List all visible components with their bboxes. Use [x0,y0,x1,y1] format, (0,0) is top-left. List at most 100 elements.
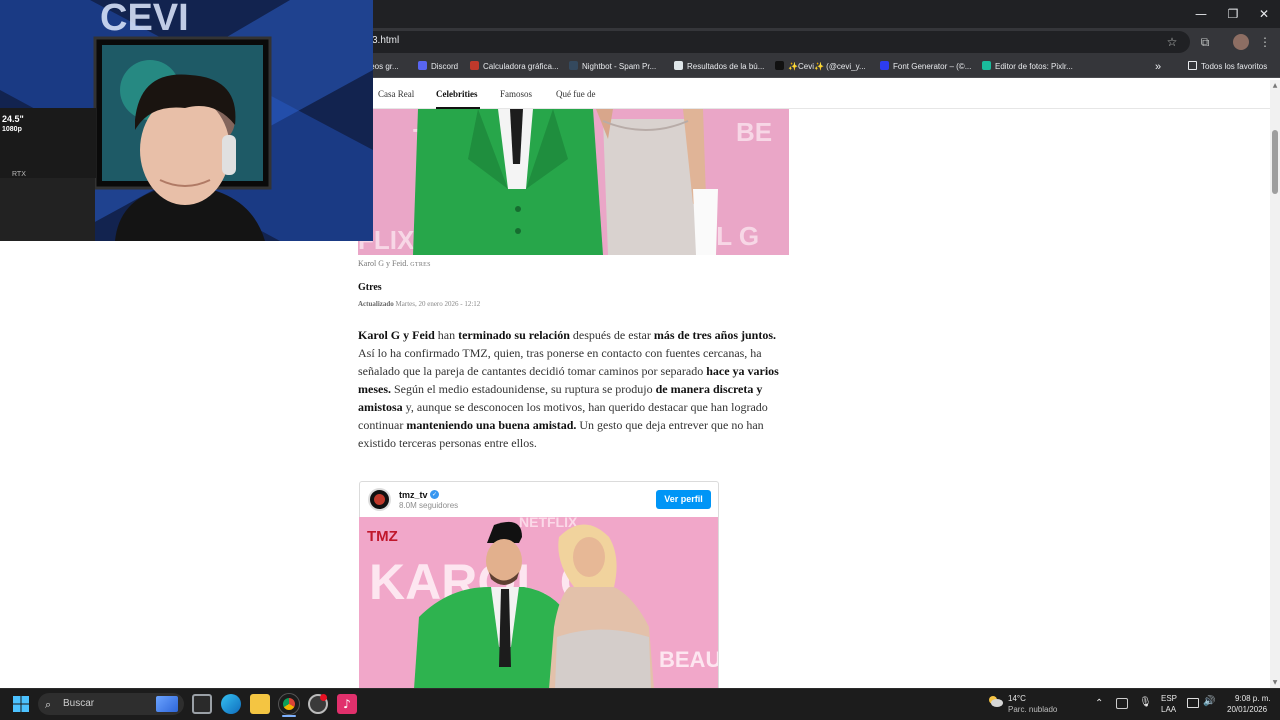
scroll-up-icon[interactable]: ▲ [1271,82,1279,90]
close-button[interactable]: ✕ [1249,4,1279,24]
clock-time[interactable]: 9:08 p. m. [1235,694,1271,703]
restore-button[interactable]: ❐ [1218,4,1248,24]
nav-famosos[interactable]: Famosos [500,89,532,99]
monitor-res-text: 1080p [2,126,22,133]
windows-start-icon[interactable] [13,696,29,712]
updated-label: Actualizado [358,300,394,308]
article-highlight: Karol G y Feid [358,328,435,342]
minimize-button[interactable]: — [1186,4,1216,24]
embed-username[interactable]: tmz_tv [399,490,428,500]
article-author[interactable]: Gtres [358,282,382,293]
updated-date: Martes, 20 enero 2026 - 12:12 [395,300,481,308]
bookmark-favicon-icon [880,61,889,70]
bookmark-favicon-icon [674,61,683,70]
bookmark-favicon-icon [775,61,784,70]
bookmark-favicon-icon [418,61,427,70]
bookmark-favicon-icon [470,61,479,70]
more-menu-icon[interactable]: ⋮ [1257,34,1273,50]
view-profile-button[interactable]: Ver perfil [656,490,711,509]
network-icon[interactable] [1187,698,1199,708]
url-text[interactable]: 3.html [372,35,399,46]
bookmark-label: Calculadora gráfica... [483,62,559,71]
start-logo [13,696,29,712]
bookmark-item[interactable]: Resultados de la bú... [674,60,764,74]
article-highlight: más de tres años juntos. [653,328,776,342]
bookmark-favicon-icon [569,61,578,70]
weather-desc[interactable]: Parc. nublado [1008,705,1057,714]
photo-caption: Karol G y Feid. GTRES [358,259,431,268]
bookmarks-overflow-icon[interactable]: » [1155,60,1161,74]
bookmark-label: Discord [431,62,459,71]
bookmark-label: Resultados de la bú... [687,62,765,71]
volume-icon[interactable]: 🔊 [1203,696,1215,707]
weather-svg [989,696,1003,707]
bookmark-label: Nightbot - Spam Pr... [582,62,657,71]
nav-casa-real[interactable]: Casa Real [378,89,414,99]
article-text: han [434,328,459,342]
photo-text-netflix: NETFLIX [519,517,578,530]
edge-icon[interactable] [221,694,241,714]
tray-app-icon[interactable] [1116,698,1128,709]
search-highlight-icon[interactable] [156,696,178,712]
microphone-icon[interactable]: 🎙 [1139,697,1152,708]
photo-text-tmz: TMZ [367,528,398,545]
search-icon: ⌕ [45,698,52,711]
bookmark-item[interactable]: Nightbot - Spam Pr... [569,60,656,74]
taskbar-search-label: Buscar [63,698,95,709]
embed-photo[interactable]: TMZ NETFLIX KAROL G BEAUT [359,517,718,689]
chevron-up-icon[interactable]: ⌃ [1095,698,1103,709]
article-highlight: manteniendo una buena amistad. [406,418,577,432]
bookmark-item[interactable]: Calculadora gráfica... [470,60,559,74]
article-text: Según el medio estadounidense, su ruptur… [391,382,656,396]
embed-followers: 8.0M seguidores [399,501,459,510]
language-indicator[interactable]: ESP [1161,694,1177,703]
all-favorites[interactable]: Todos los favoritos [1188,60,1267,74]
article-photo: T BE FLIX OL G [358,109,789,255]
embed-photo-art: TMZ NETFLIX KAROL G BEAUT [359,517,718,689]
article-photo-art: T BE FLIX OL G [358,109,789,255]
scrollbar-thumb[interactable] [1272,130,1278,194]
embed-dress [555,629,651,689]
bookmark-item[interactable]: Discord [418,60,458,74]
bookmark-label: ✨Cevi✨ (@cevi_y... [788,62,866,71]
article-text: después de estar [569,328,654,342]
extensions-icon[interactable]: ⧉ [1197,34,1213,50]
scroll-down-icon[interactable]: ▼ [1271,679,1279,687]
bookmark-favicon-icon [982,61,991,70]
bookmark-label: Editor de fotos: Pixlr... [995,62,1073,71]
bookmark-item[interactable]: Font Generator – (©... [880,60,971,74]
bookmark-item[interactable]: ✨Cevi✨ (@cevi_y... [775,60,866,74]
folder-icon [1188,61,1197,70]
article-body: Karol G y Feid han terminado su relación… [358,326,790,452]
language-sub: LAA [1161,705,1177,714]
webcam-overlay: CEVI 24.5" 1080p RTX [0,0,373,241]
bookmark-star-icon[interactable]: ☆ [1164,34,1180,50]
clock-date[interactable]: 20/01/2026 [1227,705,1267,714]
nav-que-fue-de[interactable]: Qué fue de [556,89,595,99]
site-nav [360,80,1270,109]
bookmark-label: Font Generator – (©... [893,62,972,71]
article-updated: Actualizado Martes, 20 enero 2026 - 12:1… [358,300,480,308]
photo-text-beaut: BEAUT [659,647,718,672]
tmz-logo-icon [374,494,385,505]
task-view-icon[interactable] [192,694,212,714]
tiktok-icon[interactable]: ♪ [337,694,357,714]
all-favorites-label: Todos los favoritos [1201,62,1268,71]
caption-credit: GTRES [410,262,431,268]
photo-text-be: BE [736,117,772,147]
article-highlight: terminado su relación [458,328,570,342]
gpu-box-text: RTX [12,171,26,178]
profile-avatar[interactable] [1233,34,1249,50]
sequin-dress [603,119,698,255]
file-explorer-icon[interactable] [250,694,270,714]
chrome-icon[interactable] [278,693,300,715]
verified-badge-icon: ✓ [430,490,439,499]
article-text: Así lo ha confirmado TMZ, quien, tras po… [358,346,762,378]
weather-temp[interactable]: 14°C [1008,694,1026,703]
monitor-size-text: 24.5" [2,114,24,124]
bookmark-item[interactable]: Editor de fotos: Pixlr... [982,60,1073,74]
webcam-logo-text: CEVI [100,0,189,39]
chrome-active-indicator [282,715,296,717]
address-bar[interactable] [360,31,1190,53]
nav-celebrities[interactable]: Celebrities [436,89,477,99]
